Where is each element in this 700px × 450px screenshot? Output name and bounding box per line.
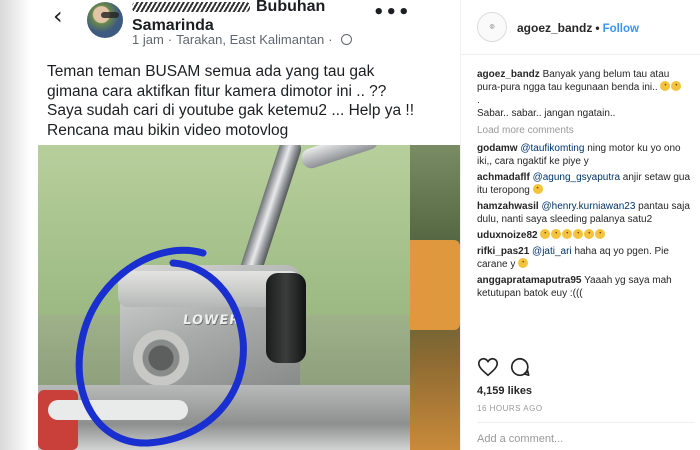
redacted-name-scribble [132, 1, 250, 12]
avatar[interactable]: ◎ [477, 12, 507, 42]
header-username[interactable]: agoez_bandz [517, 21, 592, 35]
load-more-comments-link[interactable]: Load more comments [477, 124, 695, 137]
post-text-line: gimana cara aktifkan fitur kamera dimoto… [47, 82, 387, 100]
comment-mention[interactable]: @henry.kurniawan23 [541, 201, 635, 212]
photo-edge-shadow [0, 0, 30, 450]
comment-item: rifki_pas21 @jati_ari haha aq yo pgen. P… [477, 245, 695, 271]
comment-item: uduxnoize82 • • • • • • [477, 229, 695, 242]
emoji-icon: • [532, 184, 543, 194]
post-timestamp: 16 HOURS AGO [477, 404, 543, 413]
facebook-post-photo: ‹ Bubuhan Samarinda 1 jam · Tarakan, East … [0, 0, 460, 450]
comment-mention[interactable]: @taufikomting [520, 143, 584, 154]
emoji-icon: • [562, 229, 573, 239]
post-text-line: Rencana mau bikin video motovlog [47, 121, 289, 139]
avatar [87, 2, 123, 38]
heart-icon[interactable] [477, 356, 499, 378]
comment-item: achmadaflf @agung_gsyaputra anjir setaw … [477, 171, 695, 197]
add-comment-input[interactable] [477, 433, 677, 445]
comment-username[interactable]: uduxnoize82 [477, 230, 538, 241]
emoji-icon: • [595, 229, 606, 239]
post-text: Teman teman BUSAM semua ada yang tau gak… [47, 62, 417, 140]
comment-username[interactable]: anggapratamaputra95 [477, 275, 581, 286]
comment-mention[interactable]: @jati_ari [532, 246, 572, 257]
post-location: Tarakan, East Kalimantan [176, 32, 325, 47]
globe-icon [340, 34, 352, 45]
likes-count[interactable]: 4,159 likes [477, 385, 532, 397]
divider [477, 422, 695, 423]
annotation-circle [75, 246, 247, 447]
emoji-icon: • [660, 81, 671, 91]
meta-separator: · [167, 32, 173, 47]
meta-separator-2: · [328, 32, 333, 47]
comment-username[interactable]: hamzahwasil [477, 201, 539, 212]
caption-username[interactable]: agoez_bandz [477, 69, 540, 80]
comment-username[interactable]: achmadaflf [477, 172, 530, 183]
follow-button[interactable]: Follow [603, 23, 639, 35]
post-time: 1 jam [132, 32, 164, 47]
emoji-icon: • [671, 81, 682, 91]
comment-username[interactable]: godamw [477, 143, 518, 154]
header-dot: • [595, 21, 600, 35]
emoji-icon: • [573, 229, 584, 239]
emoji-icon: • [551, 229, 562, 239]
comment-item: godamw @taufikomting ning motor ku yo on… [477, 142, 695, 168]
caption-line3: Sabar.. sabar.. jangan ngatain.. [477, 108, 616, 119]
motorcycle-photo: LOWER [38, 145, 410, 450]
comment-username[interactable]: rifki_pas21 [477, 246, 529, 257]
emoji-icon: • [540, 229, 551, 239]
background-scenery [350, 145, 460, 450]
comment-mention[interactable]: @agung_gsyaputra [533, 172, 620, 183]
author-name-suffix: Bubuhan [256, 0, 326, 15]
more-dots-icon[interactable]: ••• [373, 2, 411, 23]
post-author-name: Bubuhan Samarinda [132, 0, 372, 35]
chevron-left-icon[interactable]: ‹ [53, 4, 63, 28]
header-username-row: agoez_bandz • Follow [517, 21, 639, 35]
post-meta: 1 jam · Tarakan, East Kalimantan · [132, 32, 352, 47]
emoji-icon: • [518, 258, 529, 268]
emoji-icon: • [584, 229, 595, 239]
comment-item: hamzahwasil @henry.kurniawan23 pantau sa… [477, 200, 695, 226]
comment-icon[interactable] [509, 356, 531, 378]
post-text-line: Teman teman BUSAM semua ada yang tau gak [47, 63, 375, 80]
comments-list: agoez_bandz Banyak yang belum tau atau p… [477, 68, 695, 303]
comment-item: anggapratamaputra95 Yaaah yg saya mah ke… [477, 274, 695, 300]
post-header: ◎ agoez_bandz • Follow [461, 0, 700, 55]
post-text-line: Saya sudah cari di youtube gak ketemu2 .… [47, 102, 415, 119]
instagram-panel: ◎ agoez_bandz • Follow agoez_bandz Banyak … [460, 0, 700, 450]
caption: agoez_bandz Banyak yang belum tau atau p… [477, 68, 695, 120]
post-actions [475, 356, 695, 382]
caption-line2: . [477, 95, 480, 106]
